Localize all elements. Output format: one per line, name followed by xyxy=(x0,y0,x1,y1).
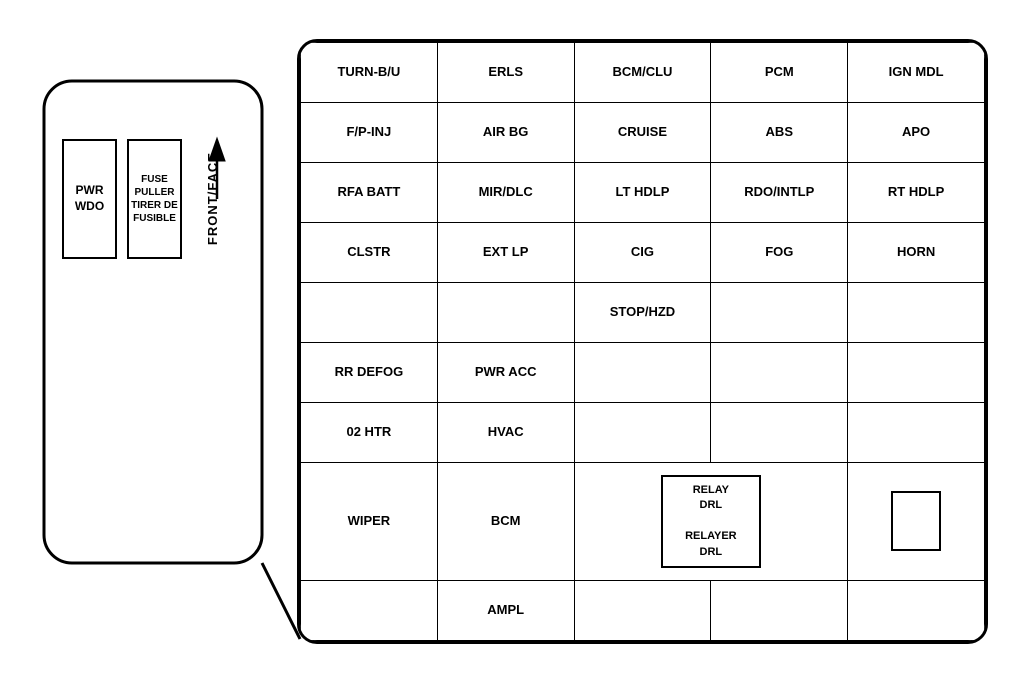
fuse-cell-empty xyxy=(711,283,848,343)
fuse-cell: STOP/HZD xyxy=(574,283,711,343)
fuse-cell-empty xyxy=(574,580,711,640)
fuse-cell-empty xyxy=(301,580,438,640)
fuse-cell: CIG xyxy=(574,223,711,283)
fuse-cell: ABS xyxy=(711,103,848,163)
fuse-cell-empty xyxy=(848,343,985,403)
fuse-cell: CRUISE xyxy=(574,103,711,163)
table-row: RFA BATT MIR/DLC LT HDLP RDO/INTLP RT HD… xyxy=(301,163,985,223)
fuse-cell: AMPL xyxy=(437,580,574,640)
fuse-cell: HVAC xyxy=(437,403,574,463)
fuse-cell-empty xyxy=(711,403,848,463)
table-row: CLSTR EXT LP CIG FOG HORN xyxy=(301,223,985,283)
fuse-cell: 02 HTR xyxy=(301,403,438,463)
fuse-cell: RDO/INTLP xyxy=(711,163,848,223)
pwr-wdo-box: PWR WDO xyxy=(62,139,117,259)
fuse-cell-empty xyxy=(711,580,848,640)
table-row: TURN-B/U ERLS BCM/CLU PCM IGN MDL xyxy=(301,43,985,103)
fuse-cell-empty xyxy=(437,283,574,343)
fuse-cell: TURN-B/U xyxy=(301,43,438,103)
fuse-cell: PWR ACC xyxy=(437,343,574,403)
fuse-cell: IGN MDL xyxy=(848,43,985,103)
table-row: WIPER BCM RELAYDRLRELAYERDRL xyxy=(301,463,985,581)
relay-cell: RELAYDRLRELAYERDRL xyxy=(574,463,848,581)
table-row: STOP/HZD xyxy=(301,283,985,343)
fuse-cell: RR DEFOG xyxy=(301,343,438,403)
fuse-cell: APO xyxy=(848,103,985,163)
fuse-cell: ERLS xyxy=(437,43,574,103)
table-row: 02 HTR HVAC xyxy=(301,403,985,463)
fuse-cell: PCM xyxy=(711,43,848,103)
fuse-cell: RT HDLP xyxy=(848,163,985,223)
fuse-cell-empty xyxy=(574,343,711,403)
fuse-cell: F/P-INJ xyxy=(301,103,438,163)
fuse-cell: BCM xyxy=(437,463,574,581)
fuse-cell-empty xyxy=(711,343,848,403)
fuse-table-container: TURN-B/U ERLS BCM/CLU PCM IGN MDL F/P-IN… xyxy=(297,39,988,644)
fuse-cell-empty xyxy=(848,283,985,343)
fuse-cell-empty xyxy=(848,580,985,640)
fuse-cell: MIR/DLC xyxy=(437,163,574,223)
fuse-cell-small xyxy=(848,463,985,581)
fuse-cell: LT HDLP xyxy=(574,163,711,223)
fuse-cell-empty xyxy=(574,403,711,463)
fuse-diagram: PWR WDO FUSE PULLER TIRER DE FUSIBLE FRO… xyxy=(32,19,992,669)
fuse-puller-label: FUSE PULLER TIRER DE FUSIBLE xyxy=(129,173,180,225)
fuse-cell: HORN xyxy=(848,223,985,283)
fuse-cell: AIR BG xyxy=(437,103,574,163)
fuse-cell-empty xyxy=(301,283,438,343)
front-face-label: FRONT/FACE xyxy=(205,152,220,245)
fuse-cell: WIPER xyxy=(301,463,438,581)
pwr-wdo-label: PWR WDO xyxy=(64,183,115,214)
fuse-cell-empty xyxy=(848,403,985,463)
fuse-cell: BCM/CLU xyxy=(574,43,711,103)
fuse-table: TURN-B/U ERLS BCM/CLU PCM IGN MDL F/P-IN… xyxy=(300,42,985,641)
fuse-cell: EXT LP xyxy=(437,223,574,283)
relay-drl-box: RELAYDRLRELAYERDRL xyxy=(661,475,761,568)
fuse-cell: RFA BATT xyxy=(301,163,438,223)
table-row: AMPL xyxy=(301,580,985,640)
fuse-puller-box: FUSE PULLER TIRER DE FUSIBLE xyxy=(127,139,182,259)
fuse-cell: FOG xyxy=(711,223,848,283)
table-row: F/P-INJ AIR BG CRUISE ABS APO xyxy=(301,103,985,163)
table-row: RR DEFOG PWR ACC xyxy=(301,343,985,403)
small-relay-box xyxy=(891,491,941,551)
fuse-cell: CLSTR xyxy=(301,223,438,283)
